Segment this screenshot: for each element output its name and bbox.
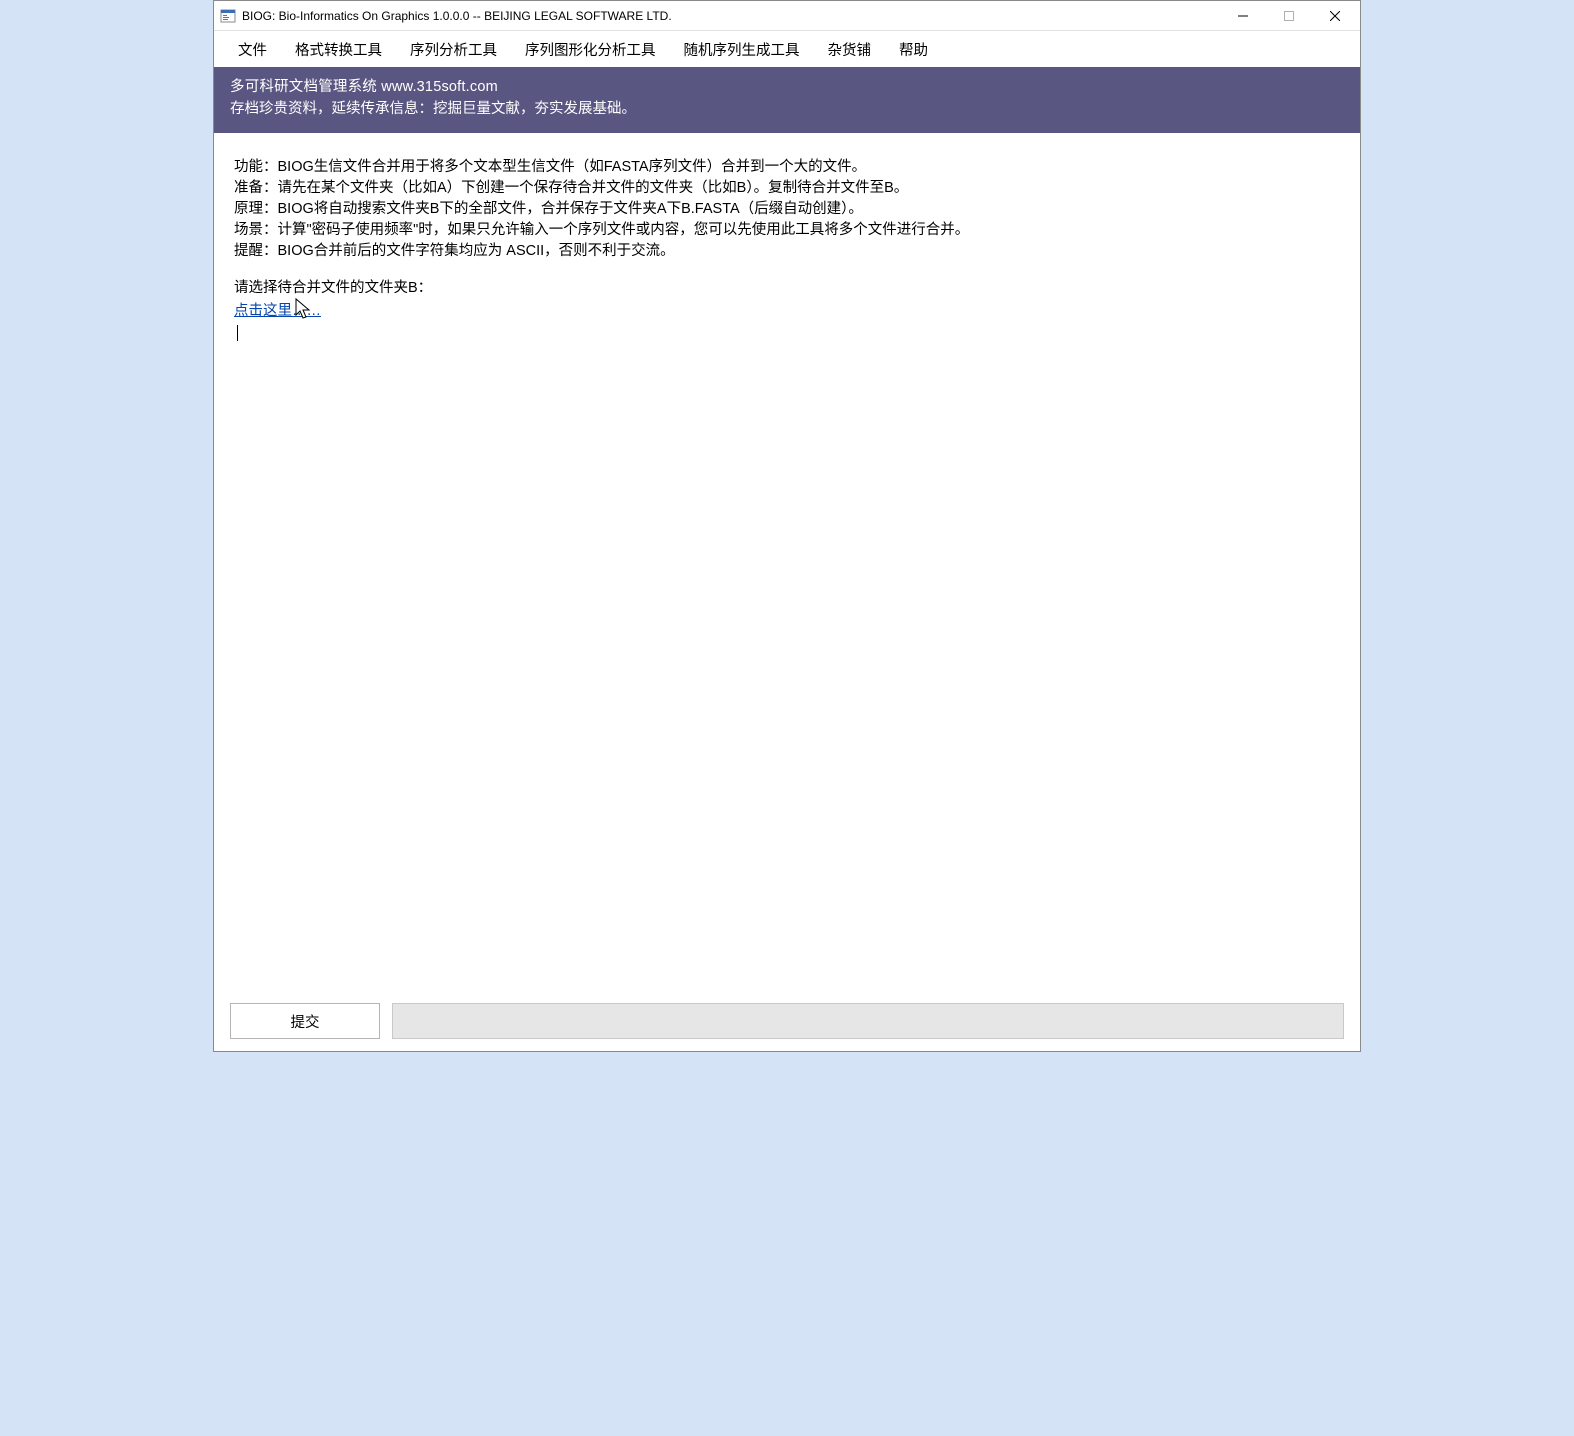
banner-line1: 多可科研文档管理系统 www.315soft.com <box>230 77 1344 99</box>
desc-principle: 原理：BIOG将自动搜索文件夹B下的全部文件，合并保存于文件夹A下B.FASTA… <box>234 199 1340 220</box>
desc-scenario: 场景：计算"密码子使用频率"时，如果只允许输入一个序列文件或内容，您可以先使用此… <box>234 220 1340 241</box>
output-textarea[interactable] <box>234 322 1340 985</box>
folder-prompt: 请选择待合并文件的文件夹B： <box>234 276 1340 297</box>
menu-random-sequence-generation-tools[interactable]: 随机序列生成工具 <box>670 31 814 68</box>
banner: 多可科研文档管理系统 www.315soft.com 存档珍贵资料，延续传承信息… <box>214 67 1360 133</box>
select-folder-link[interactable]: 点击这里…… <box>234 303 321 319</box>
submit-button[interactable]: 提交 <box>230 1003 380 1039</box>
menu-format-convert-tools[interactable]: 格式转换工具 <box>281 31 396 68</box>
minimize-button[interactable] <box>1220 1 1266 31</box>
close-button[interactable] <box>1312 1 1358 31</box>
status-field <box>392 1003 1344 1039</box>
window-title: BIOG: Bio-Informatics On Graphics 1.0.0.… <box>242 9 1220 23</box>
desc-reminder: 提醒：BIOG合并前后的文件字符集均应为 ASCII，否则不利于交流。 <box>234 241 1340 262</box>
menu-misc-shop[interactable]: 杂货铺 <box>814 31 886 68</box>
menubar: 文件 格式转换工具 序列分析工具 序列图形化分析工具 随机序列生成工具 杂货铺 … <box>214 31 1360 67</box>
menu-sequence-analysis-tools[interactable]: 序列分析工具 <box>396 31 511 68</box>
desc-function: 功能：BIOG生信文件合并用于将多个文本型生信文件（如FASTA序列文件）合并到… <box>234 157 1340 178</box>
menu-sequence-graphic-analysis-tools[interactable]: 序列图形化分析工具 <box>511 31 670 68</box>
menu-help[interactable]: 帮助 <box>885 31 942 68</box>
desc-prepare: 准备：请先在某个文件夹（比如A）下创建一个保存待合并文件的文件夹（比如B）。复制… <box>234 178 1340 199</box>
app-window: BIOG: Bio-Informatics On Graphics 1.0.0.… <box>213 0 1361 1052</box>
content-area: 功能：BIOG生信文件合并用于将多个文本型生信文件（如FASTA序列文件）合并到… <box>214 133 1360 996</box>
banner-line2: 存档珍贵资料，延续传承信息：挖掘巨量文献，夯实发展基础。 <box>230 99 1344 121</box>
maximize-button <box>1266 1 1312 31</box>
bottom-bar: 提交 <box>214 995 1360 1051</box>
submit-button-label: 提交 <box>291 1011 320 1032</box>
window-controls <box>1220 1 1358 31</box>
description-block: 功能：BIOG生信文件合并用于将多个文本型生信文件（如FASTA序列文件）合并到… <box>234 157 1340 262</box>
text-caret-icon <box>237 325 238 341</box>
menu-file[interactable]: 文件 <box>224 31 281 68</box>
link-line: 点击这里…… <box>234 299 1340 320</box>
titlebar: BIOG: Bio-Informatics On Graphics 1.0.0.… <box>214 1 1360 31</box>
app-icon <box>220 8 236 24</box>
